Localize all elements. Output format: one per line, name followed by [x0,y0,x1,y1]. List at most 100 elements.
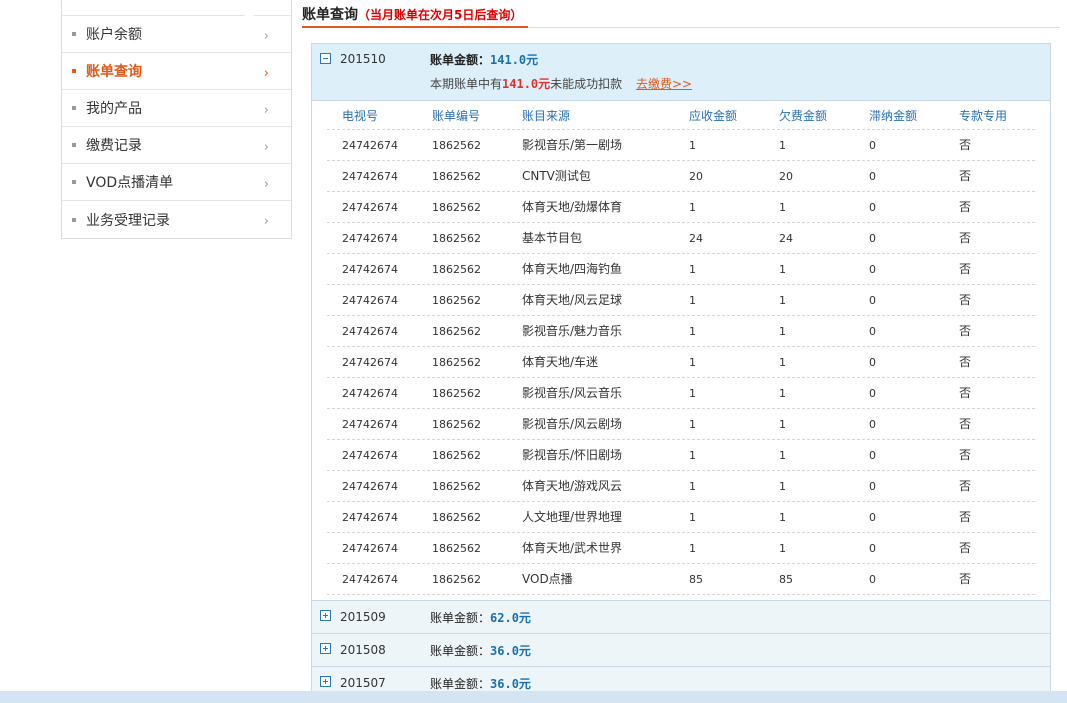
table-cell: 0 [869,418,876,431]
table-cell: 否 [959,169,972,183]
table-cell: 否 [959,417,972,431]
table-cell: 否 [959,572,972,586]
chevron-right-icon: › [263,66,269,81]
sidebar-item-3[interactable]: 缴费记录 › [62,127,291,164]
table-cell: 否 [959,479,972,493]
table-cell: 1 [779,449,786,462]
sidebar: 账户余额 › 账单查询 › 我的产品 › 缴费记录 › VOD点播清单 › 业务受理记录 › [61,0,292,239]
table-cell: 1 [689,542,696,555]
bill-header-collapsed[interactable]: 201508 账单金额：36.0元 [312,633,1050,666]
amount-label-text: 账单金额： [430,677,491,691]
plus-box-icon[interactable] [320,610,331,621]
table-row: 24742674 1862562 影视音乐/风云剧场 1 1 0 否 [327,409,1035,440]
unpaid-notice: 本期账单中有141.0元未能成功扣款 去缴费>> [430,75,692,92]
table-cell: 24742674 [342,511,398,524]
table-cell: VOD点播 [522,572,573,586]
table-row: 24742674 1862562 体育天地/游戏风云 1 1 0 否 [327,471,1035,502]
minus-box-icon[interactable] [320,53,331,64]
table-cell: 1 [689,263,696,276]
table-row: 24742674 1862562 影视音乐/第一剧场 1 1 0 否 [327,130,1035,161]
sidebar-item-4[interactable]: VOD点播清单 › [62,164,291,201]
table-cell: 24742674 [342,449,398,462]
column-header: 滞纳金额 [869,109,918,123]
table-cell: 0 [869,511,876,524]
bill-amount-value: 141.0元 [490,53,539,67]
table-cell: 1 [689,325,696,338]
table-cell: 24742674 [342,418,398,431]
table-cell: 85 [689,573,703,586]
table-cell: 否 [959,510,972,524]
table-cell: 体育天地/武术世界 [522,541,623,555]
table-cell: 1 [689,480,696,493]
pay-link[interactable]: 去缴费>> [636,77,692,91]
sidebar-item-2[interactable]: 我的产品 › [62,90,291,127]
table-cell: 1862562 [432,263,481,276]
plus-box-icon[interactable] [320,643,331,654]
bill-amount-label: 账单金额：36.0元 [430,642,531,659]
table-cell: 1 [779,511,786,524]
table-cell: 基本节目包 [522,231,583,245]
table-cell: 24742674 [342,325,398,338]
sidebar-item-0[interactable]: 账户余额 › [62,16,291,53]
sidebar-menu: 账户余额 › 账单查询 › 我的产品 › 缴费记录 › VOD点播清单 › 业务受理记录 › [62,16,291,238]
table-cell: 1 [779,418,786,431]
collapsed-bills: 201509 账单金额：62.0元 201508 账单金额：36.0元 201507 账单… [312,600,1050,699]
table-cell: 24742674 [342,542,398,555]
amount-label-text: 账单金额： [430,53,491,67]
sidebar-item-label: 账单查询 [86,64,142,80]
bill-period: 201508 [340,643,386,657]
bill-amount-value: 62.0元 [490,611,531,625]
table-cell: 1862562 [432,356,481,369]
sidebar-item-label: 缴费记录 [86,138,142,154]
bill-panel: 201510 账单金额：141.0元 本期账单中有141.0元未能成功扣款 去缴… [311,43,1051,703]
table-cell: 24742674 [342,232,398,245]
table-cell: 24742674 [342,387,398,400]
table-cell: 1862562 [432,232,481,245]
page-title: 账单查询 [302,7,358,23]
bullet-icon [72,180,76,184]
sidebar-item-1[interactable]: 账单查询 › [62,53,291,90]
table-cell: 0 [869,573,876,586]
table-row: 24742674 1862562 影视音乐/怀旧剧场 1 1 0 否 [327,440,1035,471]
table-cell: 1 [779,542,786,555]
table-cell: 0 [869,387,876,400]
column-header: 欠费金额 [779,109,828,123]
table-cell: 1862562 [432,542,481,555]
table-cell: 1862562 [432,294,481,307]
column-header: 账单编号 [432,109,481,123]
table-cell: 1 [779,263,786,276]
table-cell: 0 [869,325,876,338]
unpaid-amount: 141.0元 [502,77,551,91]
amount-label-text: 账单金额： [430,611,491,625]
bill-period: 201510 [340,52,386,66]
table-header: 电视号 账单编号 账目来源 应收金额 欠费金额 滞纳金额 专款专用 [327,101,1035,130]
table-row: 24742674 1862562 CNTV测试包 20 20 0 否 [327,161,1035,192]
table-cell: 0 [869,201,876,214]
table-cell: 24742674 [342,294,398,307]
table-cell: 体育天地/劲爆体育 [522,200,623,214]
table-cell: 1862562 [432,170,481,183]
table-cell: 影视音乐/风云音乐 [522,386,623,400]
bill-amount-label: 账单金额：36.0元 [430,675,531,692]
table-cell: 否 [959,262,972,276]
page-title-note: （当月账单在次月5日后查询） [358,8,523,22]
table-row: 24742674 1862562 体育天地/车迷 1 1 0 否 [327,347,1035,378]
column-header: 账目来源 [522,109,571,123]
table-cell: 24742674 [342,573,398,586]
column-header: 电视号 [342,109,379,123]
chevron-right-icon: › [263,214,269,229]
bill-header-201510: 201510 账单金额：141.0元 本期账单中有141.0元未能成功扣款 去缴… [312,44,1050,101]
sidebar-item-5[interactable]: 业务受理记录 › [62,201,291,238]
chevron-right-icon: › [263,177,269,192]
plus-box-icon[interactable] [320,676,331,687]
sidebar-item-label: 业务受理记录 [86,212,170,229]
bill-header-collapsed[interactable]: 201509 账单金额：62.0元 [312,600,1050,633]
unpaid-prefix: 本期账单中有 [430,77,503,91]
bullet-icon [72,106,76,110]
table-cell: 1 [689,201,696,214]
bullet-icon [72,69,76,73]
sidebar-item-label: 账户余额 [86,27,142,43]
table-cell: 1 [779,294,786,307]
bill-amount-value: 36.0元 [490,644,531,658]
table-cell: 否 [959,138,972,152]
